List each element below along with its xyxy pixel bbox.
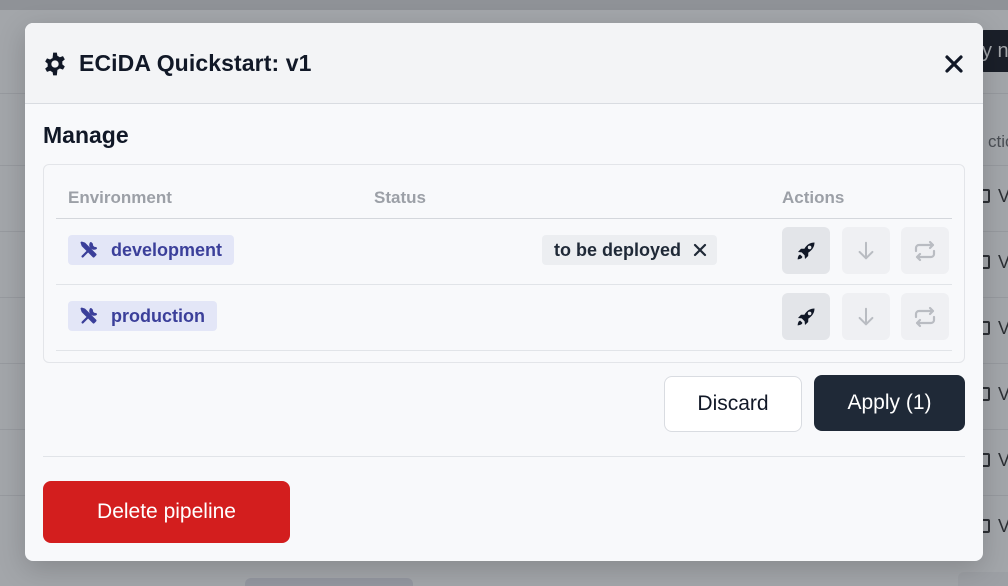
environment-tag-production: production (68, 301, 217, 331)
section-divider (43, 456, 965, 457)
table-header-divider (56, 218, 952, 219)
tools-icon (80, 307, 97, 324)
apply-button[interactable]: Apply (1) (814, 375, 965, 431)
modal-title: ECiDA Quickstart: v1 (79, 50, 312, 76)
environment-name: development (111, 239, 223, 260)
rocket-icon (797, 242, 815, 259)
redeploy-button-development[interactable] (901, 227, 949, 274)
modal-header: ECiDA Quickstart: v1 (25, 23, 983, 104)
rocket-icon (797, 308, 815, 325)
tools-icon (80, 241, 97, 258)
download-button-production[interactable] (842, 293, 890, 340)
pipeline-modal: ECiDA Quickstart: v1 Manage Environment … (25, 23, 983, 561)
column-header-environment: Environment (68, 188, 172, 207)
deploy-button-production[interactable] (782, 293, 830, 340)
manage-heading: Manage (43, 122, 129, 148)
gear-icon (45, 52, 65, 76)
background-header-button: y n (980, 30, 1008, 72)
environment-name: production (111, 305, 205, 326)
background-column-header: ctio (988, 132, 1008, 151)
download-button-development[interactable] (842, 227, 890, 274)
close-icon (945, 55, 963, 73)
background-button (958, 572, 1008, 586)
remove-status-icon[interactable] (693, 243, 707, 257)
arrow-down-icon (858, 307, 874, 325)
redeploy-button-production[interactable] (901, 293, 949, 340)
status-label: to be deployed (554, 239, 682, 260)
environment-tag-development: development (68, 235, 235, 265)
deploy-button-development[interactable] (782, 227, 830, 274)
repeat-icon (914, 240, 936, 261)
column-header-actions: Actions (782, 188, 845, 207)
background-tag (245, 578, 413, 586)
column-header-status: Status (374, 188, 426, 207)
close-button[interactable] (939, 49, 969, 79)
table-row-divider (56, 350, 952, 351)
environment-table: Environment Status Actions development t… (43, 164, 965, 363)
status-chip: to be deployed (542, 235, 718, 265)
discard-button[interactable]: Discard (664, 376, 802, 432)
background-top-bar (0, 0, 1008, 10)
table-row-divider (56, 284, 952, 285)
arrow-down-icon (858, 241, 874, 259)
background-header-button-label: y n (982, 40, 1008, 62)
repeat-icon (914, 306, 936, 327)
delete-pipeline-button[interactable]: Delete pipeline (43, 481, 290, 543)
